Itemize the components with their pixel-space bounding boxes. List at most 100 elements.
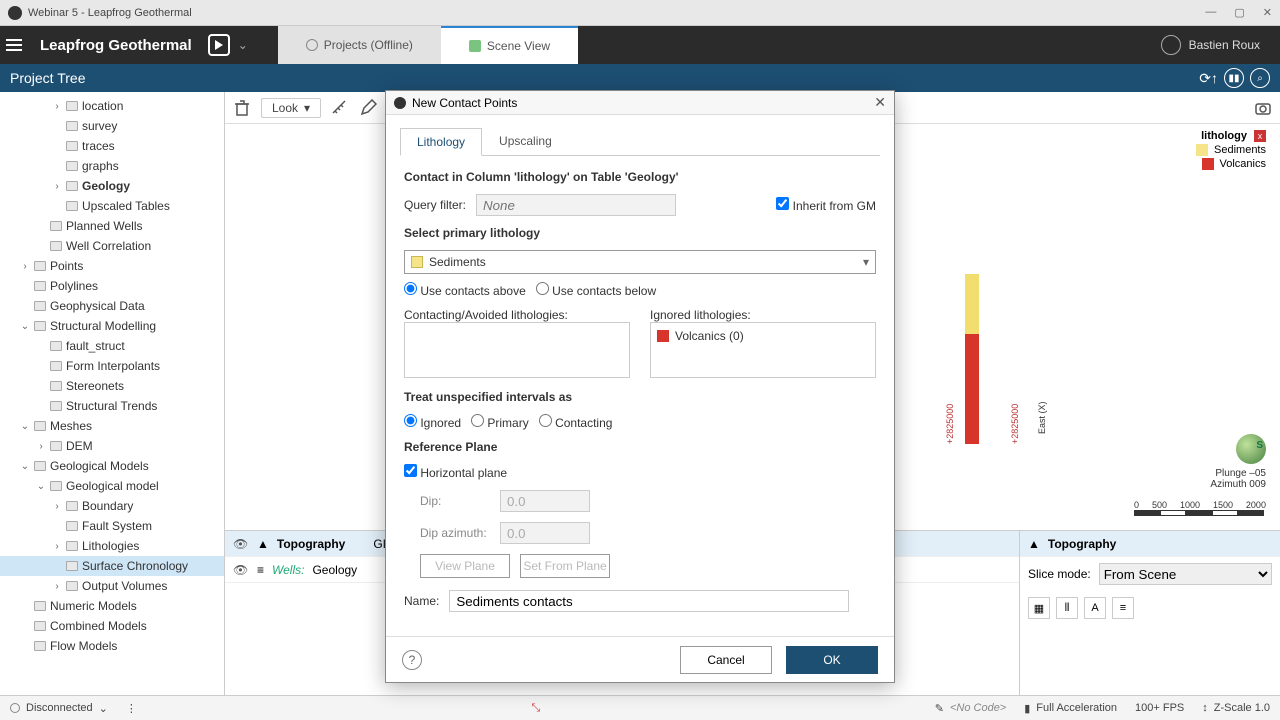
contacting-listbox[interactable] [404, 322, 630, 378]
accel-label: Full Acceleration [1036, 702, 1117, 714]
treat-primary-radio[interactable]: Primary [471, 414, 529, 430]
primary-lithology-select[interactable]: Sediments ▾ [404, 250, 876, 274]
tree-item-geology[interactable]: ›Geology [0, 176, 224, 196]
tree-item-surface-chronology[interactable]: Surface Chronology [0, 556, 224, 576]
up-arrow-icon[interactable]: ↑ [1211, 70, 1218, 86]
play-icon[interactable] [208, 34, 230, 56]
tab-lithology[interactable]: Lithology [400, 128, 482, 156]
camera-icon[interactable] [1254, 99, 1272, 117]
treat-ignored-radio[interactable]: Ignored [404, 414, 461, 430]
dialog-close-icon[interactable]: ✕ [874, 94, 886, 111]
cancel-button[interactable]: Cancel [680, 646, 772, 674]
tab-scene-view[interactable]: Scene View [441, 26, 578, 64]
search-icon[interactable]: ⌕ [1250, 68, 1270, 88]
tree-item-output-volumes[interactable]: ›Output Volumes [0, 576, 224, 596]
twisty-icon[interactable]: › [52, 181, 62, 192]
ignored-listbox[interactable]: Volcanics (0) [650, 322, 876, 378]
tab-projects[interactable]: Projects (Offline) [278, 26, 441, 64]
maximize-button[interactable]: ▢ [1234, 6, 1244, 19]
project-tree[interactable]: ›locationsurveytracesgraphs›GeologyUpsca… [0, 92, 225, 695]
twisty-icon[interactable]: › [20, 261, 30, 272]
tree-item-label: Lithologies [82, 539, 139, 553]
twisty-icon[interactable]: ⌄ [20, 421, 30, 432]
status-menu-icon[interactable]: ⋮ [126, 702, 137, 715]
prop-icon-4[interactable]: ≡ [1112, 597, 1134, 619]
twisty-icon[interactable]: › [52, 541, 62, 552]
tree-item-polylines[interactable]: Polylines [0, 276, 224, 296]
user-area[interactable]: Bastien Roux [1161, 35, 1280, 55]
twisty-icon[interactable]: › [52, 501, 62, 512]
prop-icon-2[interactable]: ⫴ [1056, 597, 1078, 619]
tree-item-stereonets[interactable]: Stereonets [0, 376, 224, 396]
name-input[interactable] [449, 590, 849, 612]
pencil-icon[interactable] [359, 99, 377, 117]
tree-item-numeric-models[interactable]: Numeric Models [0, 596, 224, 616]
folder-icon [66, 561, 78, 571]
help-icon[interactable]: ? [402, 650, 422, 670]
tree-item-geophysical-data[interactable]: Geophysical Data [0, 296, 224, 316]
axes-icon[interactable]: ⤡ [531, 702, 540, 715]
tree-item-boundary[interactable]: ›Boundary [0, 496, 224, 516]
tree-item-flow-models[interactable]: Flow Models [0, 636, 224, 656]
look-dropdown[interactable]: Look ▾ [261, 98, 321, 118]
ignored-label: Ignored lithologies: [650, 308, 876, 322]
contacts-below-radio[interactable]: Use contacts below [536, 282, 656, 298]
ruler-icon[interactable] [331, 99, 349, 117]
connection-status[interactable]: Disconnected⌄ [10, 702, 108, 715]
volcanics-swatch-icon [657, 330, 669, 342]
prop-icon-1[interactable]: ▦ [1028, 597, 1050, 619]
tree-item-survey[interactable]: survey [0, 116, 224, 136]
eye-icon[interactable]: 👁 [233, 537, 249, 551]
tree-item-geological-models[interactable]: ⌄Geological Models [0, 456, 224, 476]
tree-item-lithologies[interactable]: › Lithologies [0, 536, 224, 556]
orientation-ball-icon[interactable] [1236, 434, 1266, 464]
prop-icon-3[interactable]: A [1084, 597, 1106, 619]
tree-item-fault-system[interactable]: Fault System [0, 516, 224, 536]
tree-item-meshes[interactable]: ⌄Meshes [0, 416, 224, 436]
tab-upscaling[interactable]: Upscaling [482, 127, 569, 155]
close-button[interactable]: ✕ [1263, 6, 1272, 19]
twisty-icon[interactable]: ⌄ [36, 481, 46, 492]
tree-item-planned-wells[interactable]: Planned Wells [0, 216, 224, 236]
refresh-icon[interactable]: ⟳ [1199, 70, 1211, 87]
slice-mode-select[interactable]: From Scene [1099, 563, 1272, 585]
tree-item-upscaled-tables[interactable]: Upscaled Tables [0, 196, 224, 216]
tree-item-structural-modelling[interactable]: ⌄Structural Modelling [0, 316, 224, 336]
orientation-widget[interactable]: Plunge –05 Azimuth 009 [1210, 434, 1266, 490]
pause-icon[interactable]: ▮▮ [1224, 68, 1244, 88]
trash-icon[interactable] [233, 99, 251, 117]
dialog-titlebar[interactable]: New Contact Points ✕ [386, 91, 894, 115]
tree-item-traces[interactable]: traces [0, 136, 224, 156]
tree-item-dem[interactable]: ›DEM [0, 436, 224, 456]
folder-icon [66, 161, 78, 171]
twisty-icon[interactable]: › [52, 101, 62, 112]
axis-label-east: East (X) [1037, 401, 1047, 434]
horizontal-plane-checkbox[interactable]: Horizontal plane [404, 464, 507, 480]
legend-close-icon[interactable]: x [1254, 130, 1266, 142]
tree-item-combined-models[interactable]: Combined Models [0, 616, 224, 636]
twisty-icon[interactable]: ⌄ [20, 321, 30, 332]
tree-item-form-interpolants[interactable]: Form Interpolants [0, 356, 224, 376]
tree-item-points[interactable]: ›Points [0, 256, 224, 276]
inherit-checkbox[interactable] [776, 197, 789, 210]
well-column [965, 274, 979, 444]
hamburger-menu-icon[interactable] [0, 26, 28, 64]
twisty-icon[interactable]: ⌄ [20, 461, 30, 472]
tree-item-label: Planned Wells [66, 219, 143, 233]
tree-item-structural-trends[interactable]: Structural Trends [0, 396, 224, 416]
ok-button[interactable]: OK [786, 646, 878, 674]
eye-icon[interactable]: 👁 [233, 563, 249, 577]
tree-item-fault_struct[interactable]: fault_struct [0, 336, 224, 356]
tree-item-location[interactable]: ›location [0, 96, 224, 116]
twisty-icon[interactable]: › [52, 581, 62, 592]
folder-icon [66, 541, 78, 551]
treat-contacting-radio[interactable]: Contacting [539, 414, 613, 430]
contacts-above-radio[interactable]: Use contacts above [404, 282, 526, 298]
query-filter-input [476, 194, 676, 216]
twisty-icon[interactable]: › [36, 441, 46, 452]
tree-item-well-correlation[interactable]: Well Correlation [0, 236, 224, 256]
minimize-button[interactable]: — [1205, 6, 1216, 19]
tree-item-geological-model[interactable]: ⌄Geological model [0, 476, 224, 496]
tree-item-graphs[interactable]: graphs [0, 156, 224, 176]
chevron-down-icon[interactable]: ⌄ [238, 38, 248, 52]
